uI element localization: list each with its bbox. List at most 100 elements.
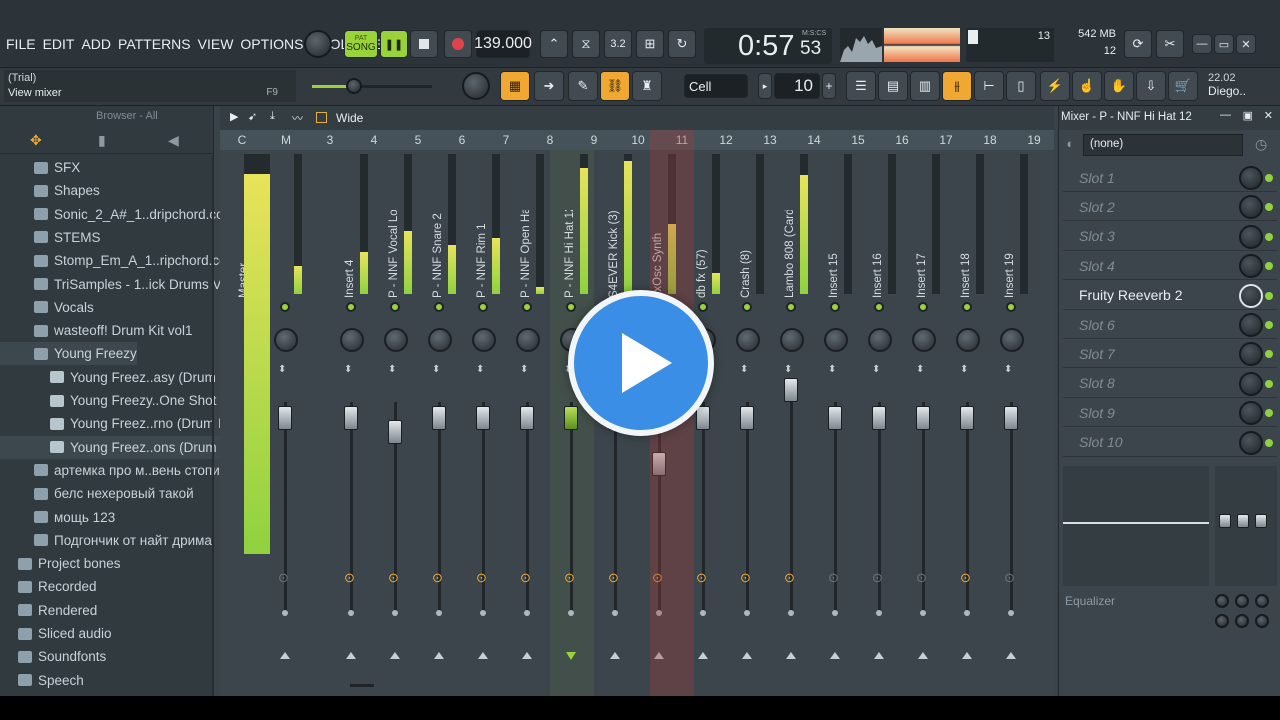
slot-enable-led[interactable] (1265, 291, 1273, 300)
volume-fader[interactable] (344, 406, 358, 430)
menu-options[interactable]: OPTIONS (240, 36, 303, 52)
wait-record-button[interactable]: ⧖ (572, 30, 600, 58)
route-icon[interactable]: ⊙ (278, 570, 289, 586)
snap-select[interactable]: Cell (684, 74, 748, 98)
send-arrow-icon[interactable] (566, 652, 576, 660)
mute-led[interactable] (280, 302, 290, 312)
mixer-track[interactable]: Insert 16 ⬍ ⊙ (858, 150, 902, 696)
account-info[interactable]: 22.02 Diego.. (1208, 72, 1246, 98)
send-arrow-icon[interactable] (478, 652, 488, 659)
pan-knob[interactable] (736, 328, 760, 352)
metronome-button[interactable]: ⌃ (540, 30, 568, 58)
mixer-scrollbar[interactable] (350, 684, 374, 687)
mute-led[interactable] (1006, 302, 1016, 312)
stereo-separation-icon[interactable]: ⬍ (740, 364, 748, 375)
slot-enable-led[interactable] (1265, 321, 1273, 329)
browser-item[interactable]: SFX (0, 156, 80, 179)
browser-item[interactable]: мощь 123 (0, 506, 115, 529)
track-number[interactable]: 5 (396, 133, 440, 147)
volume-fader[interactable] (872, 406, 886, 430)
song-mode-button[interactable]: PAT SONG (344, 30, 378, 58)
project-button[interactable]: ▯ (1006, 71, 1036, 101)
minimize-button[interactable]: — (1192, 34, 1212, 54)
track-number[interactable]: 17 (924, 133, 968, 147)
send-dot[interactable] (788, 610, 794, 616)
browser-item[interactable]: белс нехеровый такой (0, 482, 194, 505)
browser-item[interactable]: Young Freezy (0, 342, 137, 366)
wide-checkbox[interactable] (316, 112, 327, 123)
mixer-track[interactable]: Master (224, 150, 270, 696)
stereo-separation-icon[interactable]: ⬍ (432, 364, 440, 375)
browser-item[interactable]: Sonic_2_A#_1..dripchord.com (0, 203, 235, 226)
send-arrow-icon[interactable] (1006, 652, 1016, 659)
mute-led[interactable] (698, 302, 708, 312)
send-dot[interactable] (436, 610, 442, 616)
pan-knob[interactable] (780, 328, 804, 352)
playlist-button[interactable]: ☰ (846, 71, 876, 101)
mute-led[interactable] (786, 302, 796, 312)
effect-slot[interactable]: Slot 2 (1063, 193, 1277, 222)
route-icon[interactable]: ⊙ (388, 570, 399, 586)
stereo-separation-icon[interactable]: ⬍ (520, 364, 528, 375)
route-icon[interactable]: ⊙ (828, 570, 839, 586)
pattern-selector[interactable]: 10 (774, 73, 820, 99)
piano-roll-window-button[interactable]: ▤ (878, 71, 908, 101)
route-icon[interactable]: ⊙ (476, 570, 487, 586)
pin-icon[interactable]: ⤓ (270, 110, 275, 123)
browser-item[interactable]: Soundfonts (0, 645, 106, 668)
loop-record-button[interactable]: ↻ (668, 30, 696, 58)
track-number[interactable]: 3 (308, 133, 352, 147)
send-dot[interactable] (964, 610, 970, 616)
snap-icon[interactable]: ✥ (30, 132, 42, 149)
menu-add[interactable]: ADD (81, 36, 111, 52)
master-pitch-slider[interactable] (312, 85, 432, 88)
effect-slot[interactable]: Slot 9 (1063, 399, 1277, 428)
mute-led[interactable] (478, 302, 488, 312)
volume-fader[interactable] (476, 406, 490, 430)
pattern-prev[interactable]: ▸ (758, 73, 772, 99)
send-arrow-icon[interactable] (830, 652, 840, 659)
slot-mix-knob[interactable] (1239, 195, 1263, 220)
master-pitch-handle[interactable] (346, 78, 362, 94)
volume-fader[interactable] (828, 406, 842, 430)
effect-slot[interactable]: Fruity Reeverb 2 (1063, 282, 1277, 310)
mute-led[interactable] (874, 302, 884, 312)
browser-item[interactable]: Young Freez..rno (Drum Kit) (0, 412, 238, 435)
mixer-track[interactable]: Insert 19 ⬍ ⊙ (990, 150, 1034, 696)
slot-mix-knob[interactable] (1239, 430, 1263, 455)
slot-enable-led[interactable] (1265, 438, 1273, 447)
route-icon[interactable]: ⊙ (916, 570, 927, 586)
eq-knob-2[interactable] (1235, 594, 1249, 608)
stereo-separation-icon[interactable]: ⬍ (1004, 364, 1012, 375)
slot-enable-led[interactable] (1265, 174, 1273, 182)
download-button[interactable]: ⇩ (1136, 71, 1166, 101)
mute-led[interactable] (742, 302, 752, 312)
stereo-separation-icon[interactable]: ⬍ (828, 364, 836, 375)
track-number[interactable]: 7 (484, 133, 528, 147)
eq-fader-high[interactable] (1255, 514, 1267, 528)
browser-scrollbar[interactable] (212, 156, 214, 696)
track-number[interactable]: 8 (528, 133, 572, 147)
volume-fader[interactable] (960, 406, 974, 430)
browser-item[interactable]: Подгончик от найт дрима (0, 529, 212, 552)
master-pitch-knob[interactable] (462, 72, 490, 100)
maximize-button[interactable]: ▭ (1214, 34, 1234, 54)
pan-knob[interactable] (428, 328, 452, 352)
slot-mix-knob[interactable] (1239, 254, 1263, 279)
mixer-track[interactable]: Insert 18 ⬍ ⊙ (946, 150, 990, 696)
track-number[interactable]: M (264, 133, 308, 147)
slot-enable-led[interactable] (1265, 350, 1273, 359)
track-number[interactable]: C (220, 133, 264, 147)
menu-edit[interactable]: EDIT (43, 36, 75, 52)
step-edit-button[interactable]: ⊞ (636, 30, 664, 58)
countdown-button[interactable]: 3.2 (604, 30, 632, 58)
mixer-track[interactable]: P - NNF Snare 2 ⬍ ⊙ (418, 150, 462, 696)
send-arrow-icon[interactable] (698, 652, 708, 659)
stamp-button[interactable]: ♜ (632, 71, 662, 101)
track-number[interactable]: 15 (836, 133, 880, 147)
mute-led[interactable] (434, 302, 444, 312)
volume-fader[interactable] (388, 420, 402, 444)
send-arrow-icon[interactable] (610, 652, 620, 659)
file-icon[interactable]: ▮ (98, 132, 106, 149)
restore-icon[interactable]: ▣ (1243, 109, 1253, 122)
